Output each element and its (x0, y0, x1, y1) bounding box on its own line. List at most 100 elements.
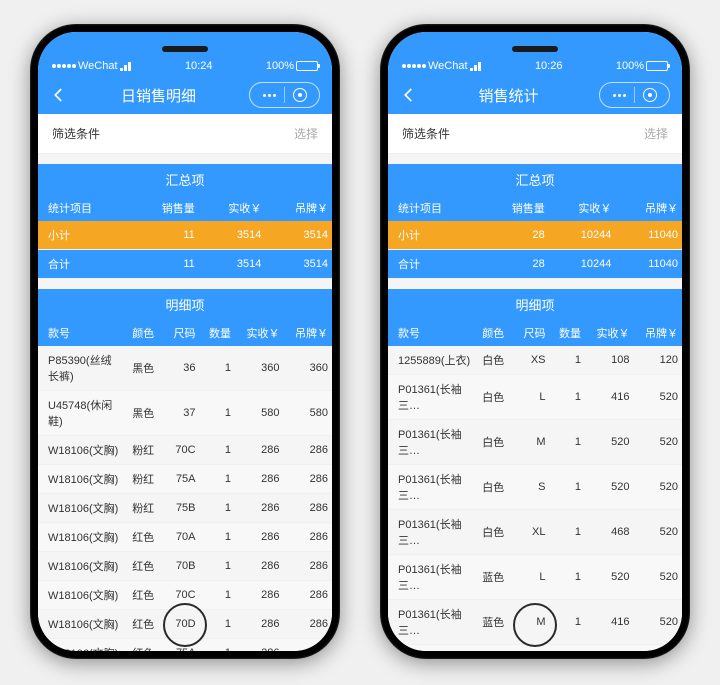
cell-tag: 286 (283, 436, 332, 465)
table-row[interactable]: P01361(长袖三… 白色 M 1 520 520 (388, 420, 682, 465)
back-button[interactable] (400, 86, 418, 104)
table-row[interactable]: W18106(文胸) 粉红 75B 1 286 286 (38, 494, 332, 523)
cell-sku: W18106(文胸) (38, 639, 126, 652)
col-header: 统计项目 (38, 195, 132, 221)
cell-color: 白色 (476, 465, 514, 510)
cell-label: 合计 (38, 250, 132, 279)
cell-size: M (514, 420, 549, 465)
cell-qty: 1 (550, 375, 585, 420)
table-row[interactable]: P01361(长袖三… 蓝色 L 1 520 520 (388, 555, 682, 600)
cell-color: 红色 (126, 610, 164, 639)
screen: WeChat 10:26 100% 销售统计 筛选条件 选择汇总项统计项目销售量… (388, 32, 682, 651)
cell-tag: 286 (283, 465, 332, 494)
table-row[interactable]: P01361(长袖三… 白色 S 1 520 520 (388, 465, 682, 510)
cell-sku: P01361(长袖三… (388, 555, 476, 600)
cell-size: L (514, 555, 549, 600)
cell-qty: 1 (550, 645, 585, 652)
filter-row[interactable]: 筛选条件 选择 (388, 114, 682, 154)
cell-qty: 11 (132, 221, 199, 250)
cell-qty: 1 (200, 465, 235, 494)
cell-rcv: 10244 (549, 250, 616, 279)
filter-row[interactable]: 筛选条件 选择 (38, 114, 332, 154)
summary-row: 合计 28 10244 11040 (388, 250, 682, 279)
col-header: 数量 (550, 320, 585, 346)
cell-color: 黑色 (126, 346, 164, 391)
cell-rcv: 286 (235, 465, 283, 494)
nav-bar: 日销售明细 (38, 76, 332, 114)
more-button[interactable] (258, 94, 280, 97)
close-miniapp-button[interactable] (639, 88, 661, 102)
status-right: 100% (266, 60, 318, 72)
cell-size: S (514, 465, 549, 510)
content-scroll[interactable]: 筛选条件 选择汇总项统计项目销售量实收￥吊牌￥ 小计 28 10244 1104… (388, 114, 682, 651)
table-row[interactable]: P01361(长袖三… 蓝色 M 1 416 520 (388, 600, 682, 645)
cell-color: 白色 (476, 375, 514, 420)
col-header: 实收￥ (549, 195, 616, 221)
cell-color: 蓝色 (476, 555, 514, 600)
summary-header: 汇总项 (388, 164, 682, 195)
nav-actions (249, 82, 320, 108)
col-header: 尺码 (514, 320, 549, 346)
cell-size: XL (514, 510, 549, 555)
cell-qty: 28 (482, 221, 549, 250)
table-row[interactable]: W18106(文胸) 红色 70A 1 286 286 (38, 523, 332, 552)
table-row[interactable]: W18106(文胸) 粉红 70C 1 286 286 (38, 436, 332, 465)
cell-rcv: 416 (585, 375, 633, 420)
cell-size: 75A (164, 465, 199, 494)
more-button[interactable] (608, 94, 630, 97)
cell-color: 粉红 (126, 494, 164, 523)
table-row[interactable]: W18106(文胸) 粉红 75A 1 286 286 (38, 465, 332, 494)
cell-rcv: 286 (235, 639, 283, 652)
col-header: 款号 (388, 320, 476, 346)
cell-qty: 1 (200, 494, 235, 523)
cell-sku: 1255889(上衣) (388, 346, 476, 375)
battery-icon (646, 61, 668, 71)
cell-qty: 1 (200, 346, 235, 391)
table-row[interactable]: P01361(长袖三… 白色 L 1 416 520 (388, 375, 682, 420)
cell-tag: 286 (283, 581, 332, 610)
cell-qty: 11 (132, 250, 199, 279)
cell-qty: 1 (550, 510, 585, 555)
close-miniapp-button[interactable] (289, 88, 311, 102)
cell-sku: P01361(长袖三… (388, 375, 476, 420)
summary-table: 统计项目销售量实收￥吊牌￥ 小计 28 10244 11040 合计 28 10… (388, 195, 682, 279)
cell-rcv: 520 (585, 555, 633, 600)
cell-sku: W18106(文胸) (38, 523, 126, 552)
cell-sku: P01361(长袖三… (388, 600, 476, 645)
table-row[interactable]: W18106(文胸) 红色 75A 1 286 286 (38, 639, 332, 652)
cell-size: XS (514, 346, 549, 375)
cell-size: 70D (164, 610, 199, 639)
cell-sku: W18106(文胸) (38, 552, 126, 581)
cell-color: 红色 (126, 639, 164, 652)
table-row[interactable]: P85390(丝绒长裤) 黑色 36 1 360 360 (38, 346, 332, 391)
content-scroll[interactable]: 筛选条件 选择汇总项统计项目销售量实收￥吊牌￥ 小计 11 3514 3514 … (38, 114, 332, 651)
cell-label: 小计 (38, 221, 132, 250)
table-row[interactable]: W18106(文胸) 红色 70C 1 286 286 (38, 581, 332, 610)
cell-rcv: 108 (585, 346, 633, 375)
status-time: 10:26 (535, 60, 563, 72)
screen: WeChat 10:24 100% 日销售明细 筛选条件 选择汇总项统计项目销售… (38, 32, 332, 651)
cell-rcv: 10244 (549, 221, 616, 250)
table-row[interactable]: P01361(长袖三… 蓝色 S 1 520 520 (388, 645, 682, 652)
status-time: 10:24 (185, 60, 213, 72)
table-row[interactable]: 1255889(上衣) 白色 XS 1 108 120 (388, 346, 682, 375)
table-row[interactable]: W18106(文胸) 红色 70D 1 286 286 (38, 610, 332, 639)
back-button[interactable] (50, 86, 68, 104)
table-row[interactable]: U45748(休闲鞋) 黑色 37 1 580 580 (38, 391, 332, 436)
cell-color: 白色 (476, 346, 514, 375)
cell-color: 粉红 (126, 436, 164, 465)
table-row[interactable]: P01361(长袖三… 白色 XL 1 468 520 (388, 510, 682, 555)
battery-icon (296, 61, 318, 71)
table-row[interactable]: W18106(文胸) 红色 70B 1 286 286 (38, 552, 332, 581)
filter-select[interactable]: 选择 (644, 125, 668, 142)
filter-select[interactable]: 选择 (294, 125, 318, 142)
cell-rcv: 520 (585, 420, 633, 465)
cell-tag: 286 (283, 552, 332, 581)
cell-size: 37 (164, 391, 199, 436)
cell-size: 70A (164, 523, 199, 552)
filter-label: 筛选条件 (402, 125, 450, 142)
cell-tag: 120 (633, 346, 682, 375)
cell-tag: 286 (283, 610, 332, 639)
cell-tag: 3514 (265, 221, 332, 250)
cell-qty: 1 (200, 523, 235, 552)
